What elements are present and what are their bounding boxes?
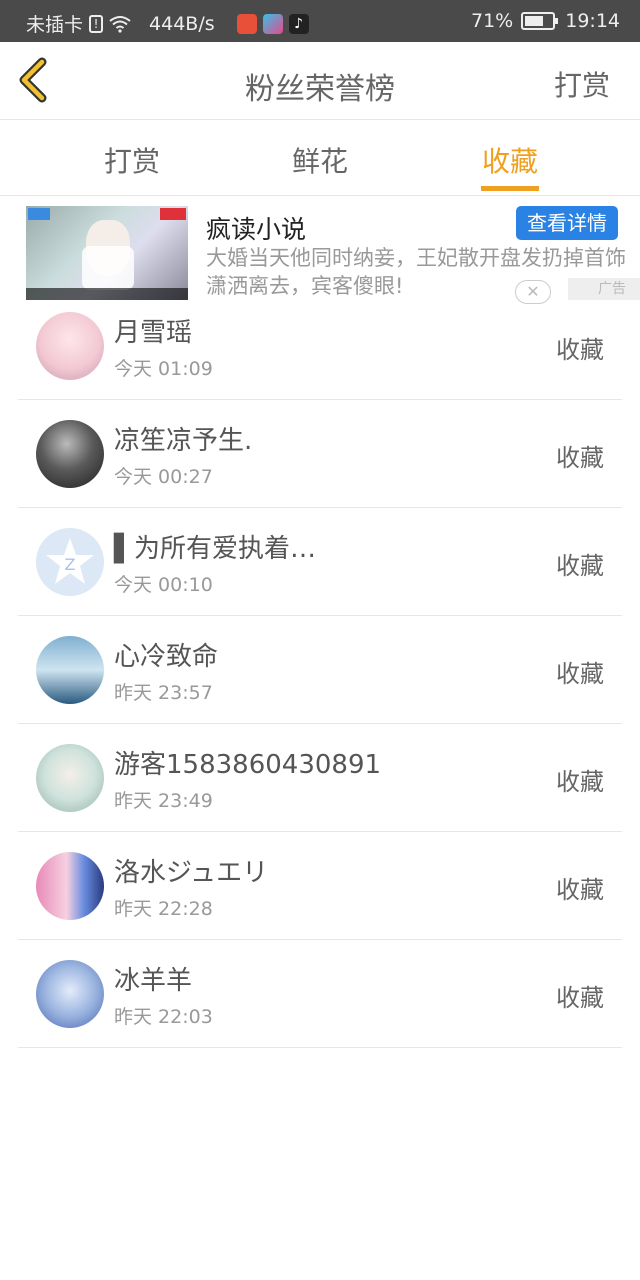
fan-action: 收藏	[556, 984, 604, 1012]
fan-action: 收藏	[556, 552, 604, 580]
fan-time: 昨天 23:49	[114, 790, 213, 812]
fan-name: 游客1583860430891	[114, 750, 382, 780]
fan-name: 洛水ジュエリ	[114, 858, 269, 888]
fan-time: 今天 00:27	[114, 466, 213, 488]
header: 粉丝荣誉榜 打赏	[0, 42, 640, 120]
list-item[interactable]: 游客1583860430891 昨天 23:49 收藏	[18, 724, 622, 832]
fan-time: 今天 00:10	[114, 574, 213, 596]
fan-action: 收藏	[556, 876, 604, 904]
ad-title: 疯读小说	[206, 215, 307, 244]
fan-name: 冰羊羊	[114, 966, 193, 996]
fan-action: 收藏	[556, 660, 604, 688]
svg-text:Z: Z	[65, 555, 76, 574]
battery-percent: 71%	[471, 10, 514, 32]
wifi-icon	[109, 15, 131, 33]
ad-image	[26, 206, 188, 300]
list-item[interactable]: 月雪瑶 今天 01:09 收藏	[18, 292, 622, 400]
status-bar: 未插卡 ! 444B/s ♪ 71% 19:14	[0, 0, 640, 42]
ad-banner[interactable]: 疯读小说 查看详情 大婚当天他同时纳妾，王妃散开盘发扔掉首饰潇洒离去，宾客傻眼!…	[0, 196, 640, 306]
tab-bar: 打赏 鲜花 收藏	[0, 120, 640, 196]
fan-time: 昨天 22:03	[114, 1006, 213, 1028]
fan-name: 凉笙凉予生.	[114, 426, 253, 456]
carrier-label: 未插卡	[26, 14, 84, 36]
fan-action: 收藏	[556, 336, 604, 364]
app-notification-icon	[236, 13, 257, 34]
clock: 19:14	[565, 10, 620, 32]
fan-action: 收藏	[556, 444, 604, 472]
avatar[interactable]	[36, 852, 104, 920]
fan-name: 月雪瑶	[114, 318, 193, 348]
network-speed: 444B/s	[149, 12, 215, 35]
tab-reward[interactable]: 打赏	[104, 140, 160, 180]
video-app-icon	[262, 13, 283, 34]
fan-name: 心冷致命	[114, 642, 219, 672]
active-tab-indicator	[481, 186, 539, 191]
fan-time: 昨天 22:28	[114, 898, 213, 920]
page-title: 粉丝荣誉榜	[245, 72, 395, 107]
battery-fill	[525, 16, 544, 26]
avatar[interactable]	[36, 636, 104, 704]
fan-name: ▌为所有爱执着…	[114, 534, 316, 564]
avatar[interactable]	[36, 312, 104, 380]
avatar[interactable]	[36, 960, 104, 1028]
fan-time: 今天 01:09	[114, 358, 213, 380]
fan-time: 昨天 23:57	[114, 682, 213, 704]
tab-flowers[interactable]: 鲜花	[292, 140, 348, 180]
list-item[interactable]: 冰羊羊 昨天 22:03 收藏	[18, 940, 622, 1048]
reward-button[interactable]: 打赏	[554, 64, 610, 104]
tab-favorites[interactable]: 收藏	[482, 140, 538, 180]
battery-icon	[521, 12, 559, 30]
list-item[interactable]: 心冷致命 昨天 23:57 收藏	[18, 616, 622, 724]
list-item[interactable]: Z ▌为所有爱执着… 今天 00:10 收藏	[18, 508, 622, 616]
tiktok-icon: ♪	[288, 13, 309, 34]
avatar[interactable]	[36, 744, 104, 812]
fan-action: 收藏	[556, 768, 604, 796]
status-bar-left: 未插卡 ! 444B/s ♪	[26, 10, 315, 37]
default-avatar-icon[interactable]: Z	[36, 528, 104, 596]
status-bar-right: 71% 19:14	[471, 10, 620, 32]
avatar[interactable]	[36, 420, 104, 488]
list-item[interactable]: 凉笙凉予生. 今天 00:27 收藏	[18, 400, 622, 508]
list-item[interactable]: 洛水ジュエリ 昨天 22:28 收藏	[18, 832, 622, 940]
view-details-button[interactable]: 查看详情	[516, 206, 618, 240]
sim-alert-icon: !	[89, 14, 104, 33]
